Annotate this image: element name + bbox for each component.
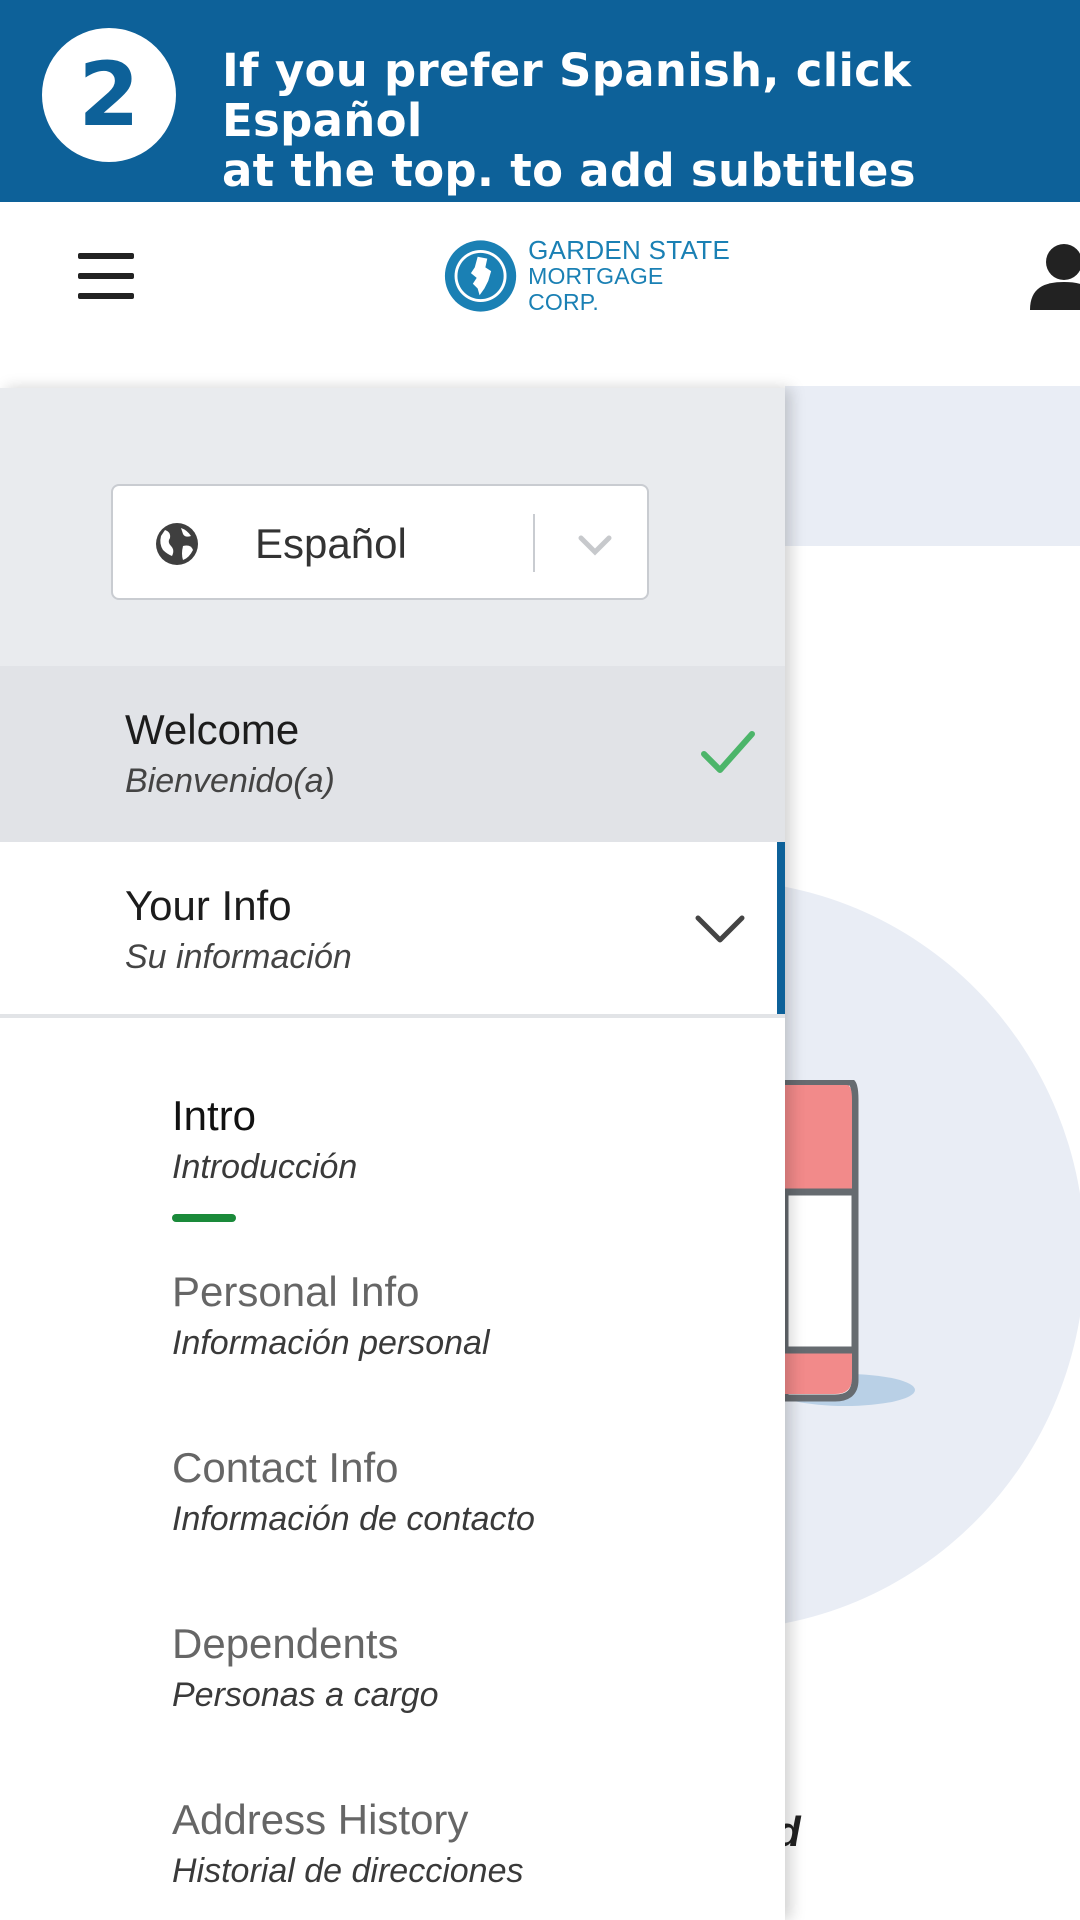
instruction-text: If you prefer Spanish, click Español at …: [222, 46, 1042, 196]
navigation-drawer: Español Welcome Bienvenido(a) Your Info …: [0, 388, 785, 1920]
sub-item-dependents[interactable]: Dependents Personas a cargo: [0, 1606, 785, 1782]
sub-item-title: Personal Info: [172, 1268, 420, 1315]
instruction-line-2: at the top. to add subtitles: [222, 144, 916, 197]
background-banner: [785, 386, 1080, 546]
active-underline: [172, 1214, 236, 1222]
language-selector-area: Español: [0, 388, 785, 666]
sub-item-title: Intro: [172, 1092, 257, 1139]
sub-item-contact-info[interactable]: Contact Info Información de contacto: [0, 1430, 785, 1606]
nav-item-title: Your Info: [125, 882, 292, 929]
nav-item-subtitle: Bienvenido(a): [125, 762, 335, 800]
nav-item-your-info[interactable]: Your Info Su información: [0, 842, 785, 1018]
chevron-down-icon[interactable]: [694, 910, 746, 950]
phone-illustration: [775, 1078, 915, 1420]
user-profile-icon[interactable]: [1024, 240, 1080, 312]
nav-item-title: Welcome: [125, 706, 300, 753]
sub-item-title: Address History: [172, 1796, 469, 1843]
language-select[interactable]: Español: [111, 484, 649, 600]
sub-item-subtitle: Personas a cargo: [172, 1676, 439, 1714]
sub-item-address-history[interactable]: Address History Historial de direcciones: [0, 1782, 785, 1920]
checkmark-icon: [701, 731, 755, 773]
instruction-banner: 2 If you prefer Spanish, click Español a…: [0, 0, 1080, 202]
nav-item-subtitle: Su información: [125, 938, 352, 976]
language-value: Español: [255, 520, 407, 567]
step-number: 2: [78, 43, 140, 146]
sub-item-subtitle: Historial de direcciones: [172, 1852, 524, 1890]
sub-item-subtitle: Información personal: [172, 1324, 490, 1362]
select-divider: [533, 514, 535, 572]
logo-line-1: GARDEN STATE: [528, 235, 731, 265]
globe-icon: [156, 523, 198, 565]
company-logo[interactable]: GARDEN STATE MORTGAGE CORP.: [443, 236, 733, 316]
menu-hamburger-icon[interactable]: [78, 253, 134, 299]
sub-item-personal-info[interactable]: Personal Info Información personal: [0, 1254, 785, 1430]
step-number-badge: 2: [42, 28, 176, 162]
sub-item-subtitle: Información de contacto: [172, 1500, 535, 1538]
sub-item-intro[interactable]: Intro Introducción: [0, 1078, 785, 1254]
active-indicator-bar: [777, 842, 785, 1014]
nav-item-welcome[interactable]: Welcome Bienvenido(a): [0, 666, 785, 842]
logo-line-2: MORTGAGE CORP.: [528, 263, 664, 315]
sub-item-subtitle: Introducción: [172, 1148, 358, 1186]
sub-item-title: Contact Info: [172, 1444, 399, 1491]
nj-seal-icon: [444, 240, 517, 312]
sub-item-title: Dependents: [172, 1620, 399, 1667]
instruction-line-1: If you prefer Spanish, click Español: [222, 44, 912, 147]
chevron-down-icon[interactable]: [575, 524, 615, 564]
